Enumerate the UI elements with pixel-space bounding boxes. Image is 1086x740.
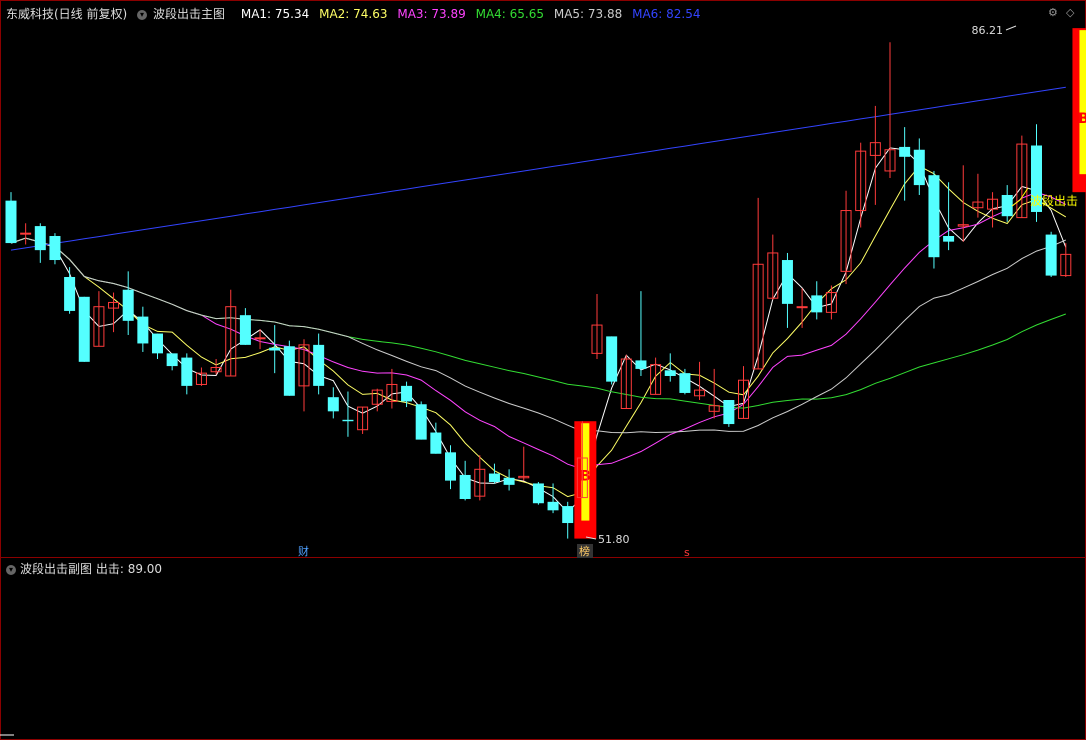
event-marker-s: s [684,546,690,559]
candle-body-down [928,175,940,258]
candle-body-up [20,232,32,235]
candle-body-down [679,373,691,393]
candle-body-down [283,346,295,396]
candle-body-down [723,400,735,425]
high-price-pointer [1005,25,1017,31]
candle-body-down [562,506,574,524]
candle-body-down [1045,234,1057,276]
low-price-label: 51.80 [598,533,630,546]
candle-body-down [430,432,442,454]
candle-body-up [796,306,808,309]
candle-body-down [1001,194,1013,217]
candle-body-down [269,347,281,351]
candle-body-down [415,404,427,440]
signal-bar-core [1079,30,1086,175]
event-marker-bang: 榜 [579,544,590,558]
ma1-line [10,147,1067,513]
candle-body-down [78,296,90,362]
candle-body-down [781,260,793,304]
price-chart[interactable]: B B 86.21 51.80 波段出击财 榜 s [0,0,1086,740]
candle-body-down [503,477,515,485]
candle-body-up [254,337,266,340]
candle-body-down [488,473,500,483]
candle-body-down [401,385,413,402]
candle-body-down [137,316,149,344]
candle-body-down [664,370,676,376]
candle-body-down [459,474,471,499]
candle-body-down [606,336,618,382]
candle-body-down [635,360,647,369]
candle-body-down [34,226,46,251]
candle-body-down [239,315,251,345]
ma3-line [10,191,1067,470]
candle-body-down [913,149,925,186]
candle-body-down [181,357,193,386]
candle-body-down [122,289,134,321]
candle-body-down [313,344,325,386]
candle-body-down [152,333,163,354]
buy-signal-label: B [580,469,591,485]
ma6-line [10,86,1066,251]
candle-body-down [943,235,955,242]
candle-body-down [49,235,61,261]
candle-body-down [532,483,544,504]
candle-body-down [547,501,559,511]
candle-body-down [445,452,456,481]
ma4-line [10,237,1066,409]
buy-signal-label: B [1078,111,1086,127]
signal-text: 波段出击 [1030,193,1078,208]
candle-body-down [166,353,178,367]
candle-body-down [327,397,339,412]
event-marker-cai: 财 [298,544,309,558]
high-price-label: 86.21 [972,24,1004,37]
candle-body-down [342,419,354,422]
candle-body-down [64,277,76,311]
candle-body-down [5,200,17,244]
candle-body-down [899,146,911,157]
ma5-line [10,237,1066,434]
ma2-line [10,165,1067,498]
candle-body-down [811,295,823,313]
